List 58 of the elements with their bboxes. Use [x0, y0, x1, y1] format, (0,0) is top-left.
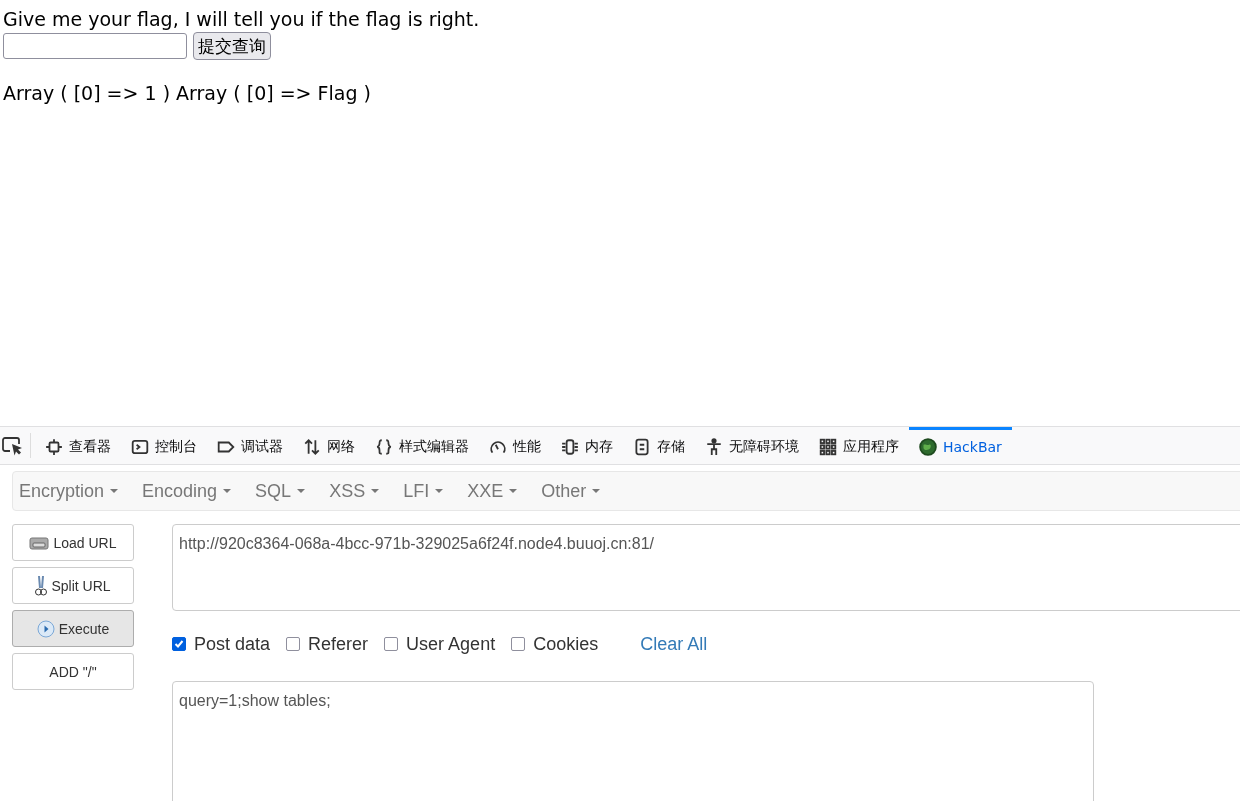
devtools-tab[interactable]: 控制台 [121, 427, 207, 464]
dropdown-menu[interactable]: SQL [255, 480, 318, 502]
checkbox[interactable] [172, 637, 186, 651]
devtools-tab[interactable]: 存储 [623, 427, 695, 464]
dropdown-menu[interactable]: Encoding [142, 480, 244, 502]
memory-icon [561, 438, 579, 456]
dropdown-menu[interactable]: Encryption [19, 480, 131, 502]
url-field[interactable]: http://920c8364-068a-4bcc-971b-329025a6f24f.node4.buuoj.cn:81/ [172, 524, 1240, 611]
inspector-icon [45, 438, 63, 456]
clear-all-link[interactable]: Clear All [640, 633, 708, 655]
scissors-icon [35, 574, 48, 597]
caret-icon [592, 489, 601, 493]
grid-icon [819, 438, 837, 456]
action-button[interactable]: Execute [12, 610, 134, 647]
caret-icon [297, 489, 306, 493]
person-icon [705, 438, 723, 456]
dropdown-menu[interactable]: XXE [467, 480, 530, 502]
prompt-text: Give me your flag, I will tell you if the flag is right. [3, 7, 481, 32]
checkbox-label: Post data [194, 633, 271, 655]
action-button[interactable]: ADD "/" [12, 653, 134, 690]
result-text: Array ( [0] => 1 ) Array ( [0] => Flag ) [3, 81, 372, 106]
caret-icon [223, 489, 232, 493]
checkbox[interactable] [286, 637, 301, 651]
flag-input[interactable] [3, 33, 187, 59]
drive-icon [29, 534, 50, 551]
checkbox-label: Cookies [533, 633, 599, 655]
devtools-tab[interactable]: 调试器 [207, 427, 293, 464]
checkbox-label: User Agent [406, 633, 496, 655]
caret-icon [509, 489, 518, 493]
storage-icon [633, 438, 651, 456]
devtools-tab[interactable]: 网络 [293, 427, 365, 464]
console-icon [131, 438, 149, 456]
devtools-tab[interactable]: 性能 [479, 427, 551, 464]
caret-icon [371, 489, 380, 493]
devtools-tab[interactable]: 查看器 [35, 427, 121, 464]
element-picker-icon[interactable] [2, 435, 24, 456]
gauge-icon [489, 438, 507, 456]
action-button[interactable]: Load URL [12, 524, 134, 561]
submit-button[interactable]: 提交查询 [193, 32, 271, 60]
checkbox[interactable] [384, 637, 399, 651]
checkbox-label: Referer [308, 633, 369, 655]
caret-icon [435, 489, 444, 493]
dropdown-menu[interactable]: XSS [329, 480, 392, 502]
action-button[interactable]: Split URL [12, 567, 134, 604]
play-icon [36, 619, 55, 638]
dropdown-menu[interactable]: Other [541, 480, 613, 502]
dropdown-menu[interactable]: LFI [403, 480, 456, 502]
devtools-tab[interactable]: HackBar [909, 427, 1012, 464]
devtools-tab[interactable]: 应用程序 [809, 427, 909, 464]
devtools-tab[interactable]: 样式编辑器 [365, 427, 479, 464]
devtools-tab[interactable]: 无障碍环境 [695, 427, 809, 464]
arrows-icon [303, 438, 321, 456]
braces-icon [375, 438, 393, 456]
caret-icon [110, 489, 119, 493]
checkbox[interactable] [511, 637, 526, 651]
post-data-field[interactable]: query=1;show tables; [172, 681, 1094, 801]
devtools-tab[interactable]: 内存 [551, 427, 623, 464]
globe-icon [919, 438, 937, 456]
